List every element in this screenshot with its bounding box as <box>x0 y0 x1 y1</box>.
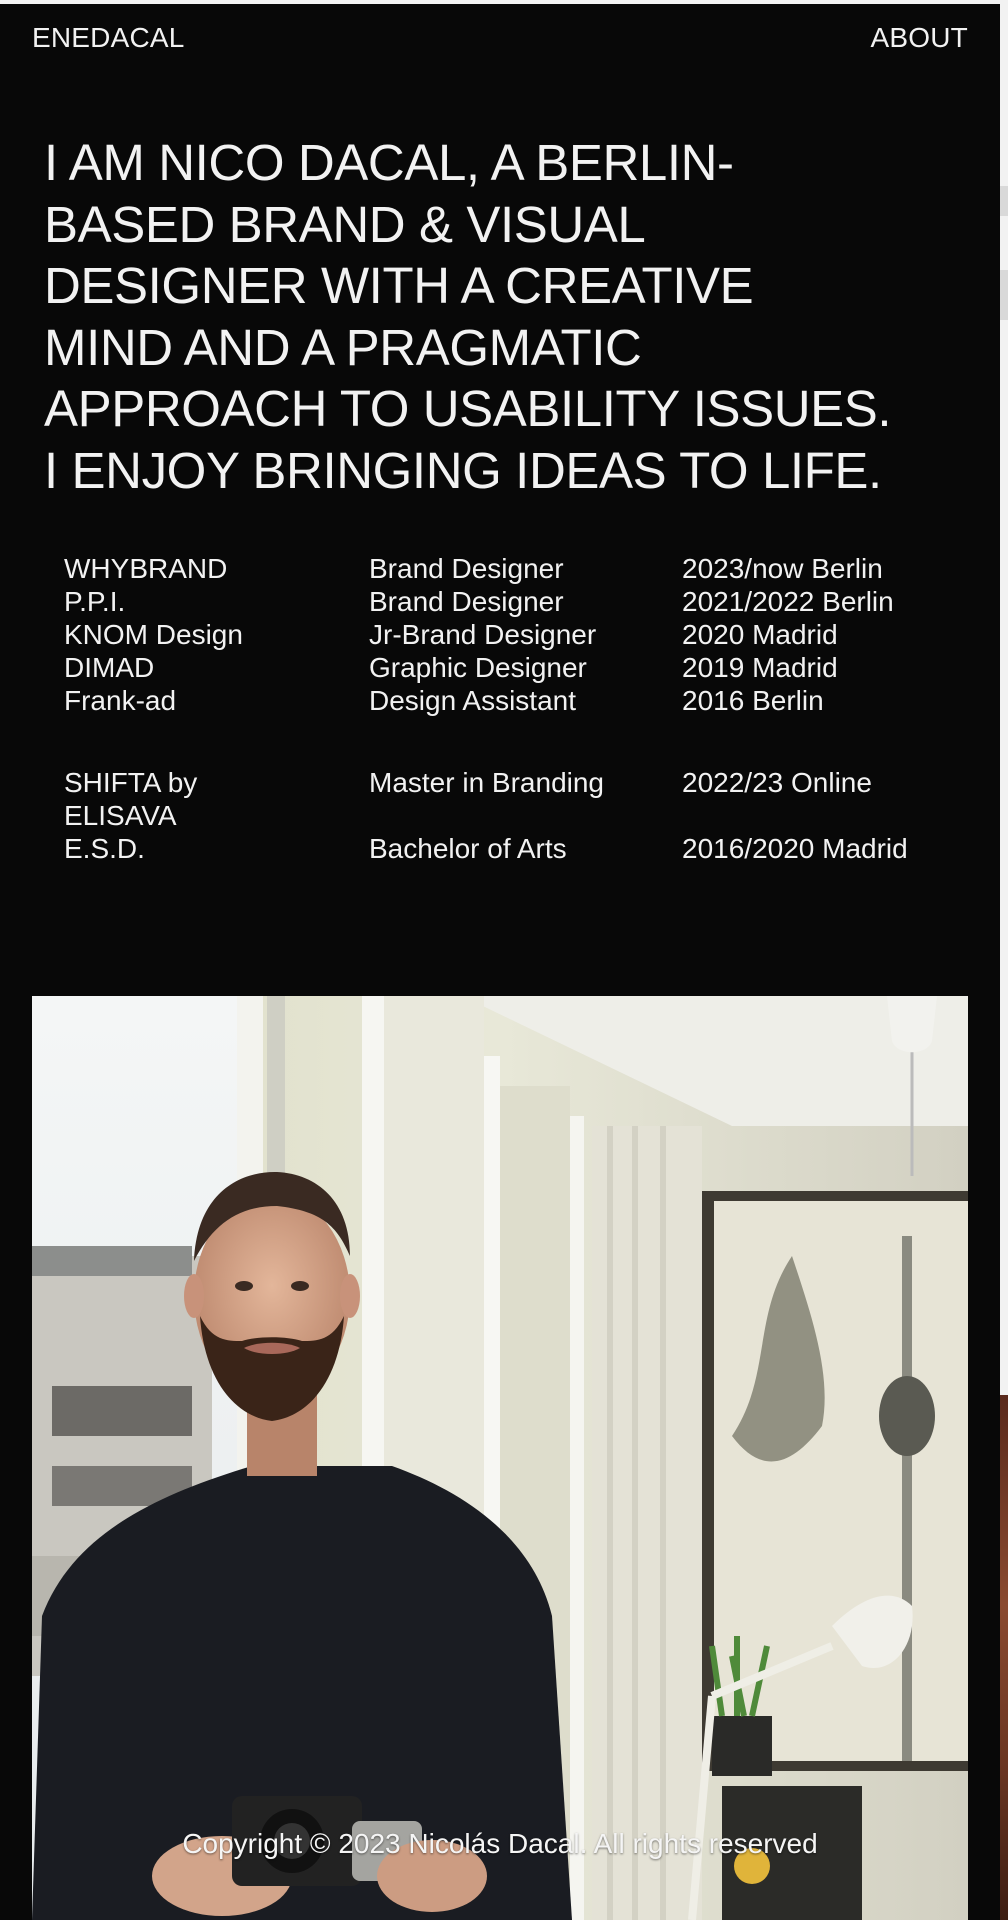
experience-row: DIMAD Graphic Designer 2019 Madrid <box>64 651 984 684</box>
experience-role: Brand Designer <box>369 586 564 617</box>
about-link[interactable]: ABOUT <box>871 22 968 54</box>
experience-period: 2021/2022 Berlin <box>682 586 894 617</box>
experience-row: KNOM Design Jr-Brand Designer 2020 Madri… <box>64 618 984 651</box>
footer-copyright: Copyright © 2023 Nicolás Dacal. All righ… <box>182 1828 818 1859</box>
education-row: SHIFTA by ELISAVA Master in Branding 202… <box>64 766 984 832</box>
intro-statement: I AM NICO DACAL, A BERLIN- BASED BRAND &… <box>44 134 892 499</box>
experience-period: 2016 Berlin <box>682 685 824 716</box>
education-row: E.S.D. Bachelor of Arts 2016/2020 Madrid <box>64 832 984 865</box>
top-navigation: ENEDACAL ABOUT <box>32 18 968 58</box>
experience-list: WHYBRAND Brand Designer 2023/now Berlin … <box>64 552 984 717</box>
experience-row: P.P.I. Brand Designer 2021/2022 Berlin <box>64 585 984 618</box>
experience-role: Graphic Designer <box>369 652 587 683</box>
experience-period: 2019 Madrid <box>682 652 838 683</box>
experience-role: Design Assistant <box>369 685 576 716</box>
experience-company: WHYBRAND <box>64 553 228 584</box>
experience-role: Brand Designer <box>369 553 564 584</box>
experience-row: Frank-ad Design Assistant 2016 Berlin <box>64 684 984 717</box>
experience-role: Jr-Brand Designer <box>369 619 597 650</box>
experience-company: DIMAD <box>64 652 155 683</box>
education-degree: Bachelor of Arts <box>369 833 567 864</box>
experience-company: KNOM Design <box>64 619 243 650</box>
education-list: SHIFTA by ELISAVA Master in Branding 202… <box>64 766 984 865</box>
education-school: E.S.D. <box>64 833 145 864</box>
experience-period: 2020 Madrid <box>682 619 838 650</box>
about-panel: ENEDACAL ABOUT I AM NICO DACAL, A BERLIN… <box>0 4 1000 1920</box>
logo-link[interactable]: ENEDACAL <box>32 22 185 54</box>
education-period: 2022/23 Online <box>682 767 872 798</box>
experience-company: P.P.I. <box>64 586 126 617</box>
browser-viewport: ENEDACAL ABOUT I AM NICO DACAL, A BERLIN… <box>0 0 1008 1920</box>
experience-company: Frank-ad <box>64 685 177 716</box>
portrait-photo <box>32 996 968 1920</box>
education-degree: Master in Branding <box>369 767 605 798</box>
education-school: SHIFTA by ELISAVA <box>64 767 198 831</box>
education-period: 2016/2020 Madrid <box>682 833 908 864</box>
experience-row: WHYBRAND Brand Designer 2023/now Berlin <box>64 552 984 585</box>
experience-period: 2023/now Berlin <box>682 553 883 584</box>
